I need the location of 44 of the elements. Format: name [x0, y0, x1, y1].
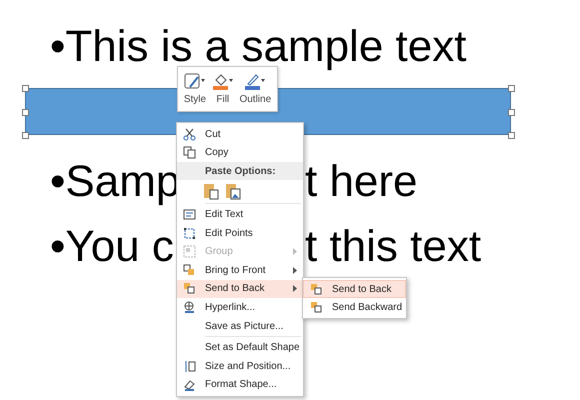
menu-item[interactable]: Copy — [177, 144, 303, 162]
menu-item[interactable]: Send to Back — [303, 280, 406, 298]
resize-handle[interactable] — [22, 108, 29, 116]
fill-bucket-icon — [212, 73, 234, 91]
menu-item[interactable]: Save as Picture... — [177, 316, 303, 336]
bullet-text: t here — [305, 160, 418, 204]
menu-item[interactable]: Set as Default Shape — [177, 338, 303, 357]
format-shape-icon — [182, 378, 196, 392]
resize-handle[interactable] — [22, 85, 29, 92]
bullet-text: t this text — [305, 225, 482, 269]
menu-item[interactable]: Bring to Front — [177, 260, 303, 280]
scissors-icon — [182, 128, 196, 141]
paste-picture-icon[interactable] — [225, 182, 241, 200]
toolbar-button[interactable]: Fill — [210, 71, 235, 107]
resize-handle[interactable] — [22, 132, 29, 139]
resize-handle[interactable] — [508, 108, 515, 116]
send-backward-icon — [310, 300, 322, 314]
menu-item[interactable]: Send Backward — [303, 298, 406, 316]
menu-item[interactable]: Hyperlink... — [177, 298, 303, 317]
resize-handle[interactable] — [508, 132, 515, 139]
globe-link-icon — [182, 300, 196, 314]
toolbar-button[interactable]: Outline — [238, 71, 272, 107]
edit-points-icon — [182, 226, 196, 240]
menu-header: Paste Options: — [177, 162, 303, 180]
menu-item[interactable]: Edit Points — [177, 224, 303, 242]
toolbar-button[interactable]: Style — [182, 71, 208, 107]
resize-handle[interactable] — [508, 85, 515, 92]
group-icon — [182, 245, 196, 258]
menu-item[interactable]: Format Shape... — [177, 376, 303, 394]
menu-item[interactable]: Send to Back — [177, 280, 303, 298]
send-back-icon — [182, 282, 196, 296]
size-position-icon — [182, 360, 196, 373]
bullet-text: •You c — [50, 225, 174, 269]
menu-item[interactable]: Edit Text — [177, 205, 303, 224]
style-icon — [184, 73, 206, 91]
outline-pen-icon — [244, 73, 266, 91]
copy-icon — [182, 146, 196, 160]
send-back-icon — [310, 282, 322, 296]
bullet-text: •This is a sample text — [50, 25, 466, 69]
menu-item[interactable]: Size and Position... — [177, 356, 303, 376]
menu-item[interactable]: Cut — [177, 125, 303, 144]
bring-front-icon — [182, 264, 196, 277]
text-box-icon — [182, 208, 196, 221]
paste-keep-icon[interactable] — [203, 182, 219, 200]
